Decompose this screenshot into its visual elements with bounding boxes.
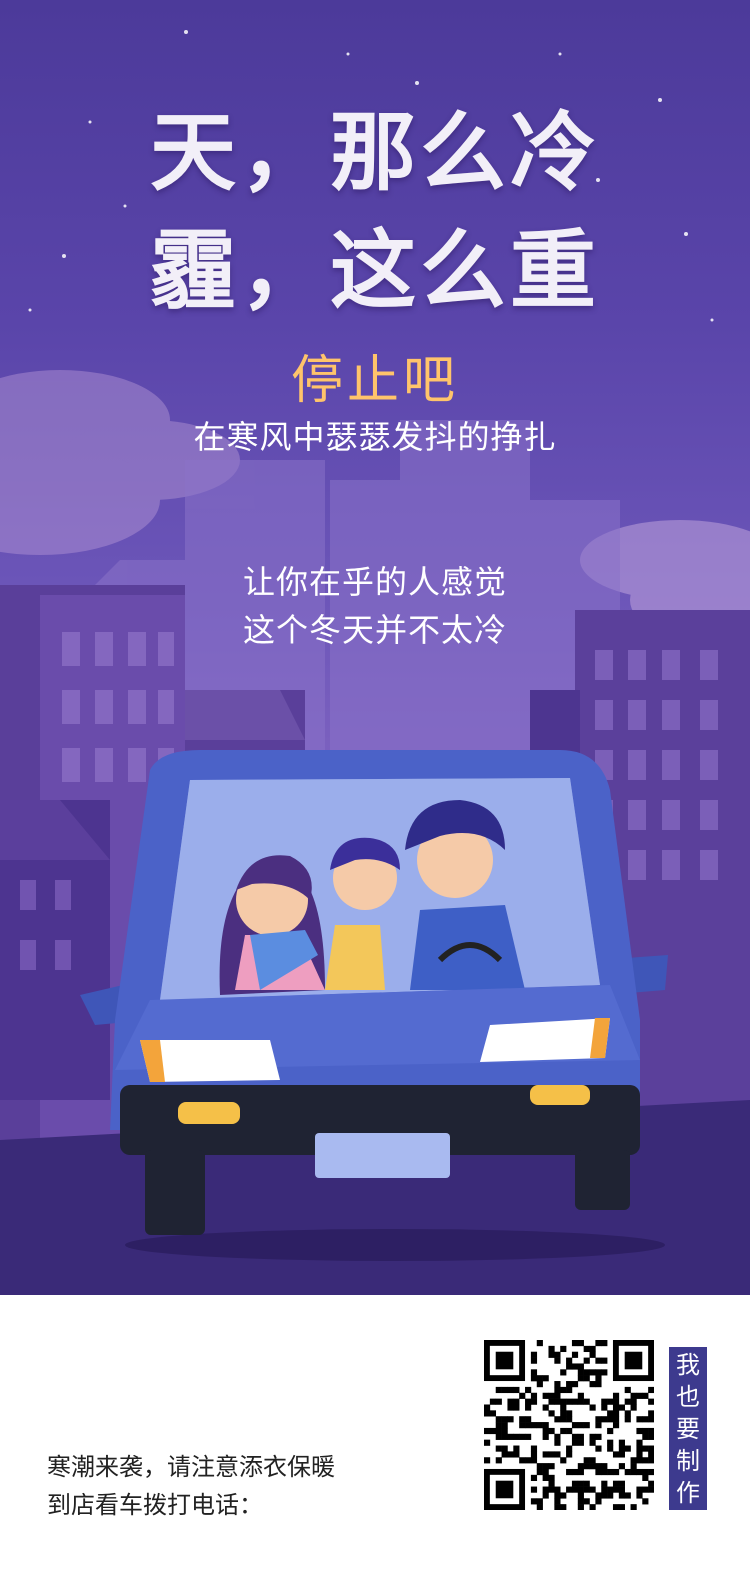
message-line-1: 让你在乎的人感觉 [242,563,507,601]
illustration-scene: 天，那么冷 霾，这么重 停止吧 在寒风中瑟瑟发抖的挣扎 让你在乎的人感觉 这个冬… [0,0,750,1295]
message-line-2: 这个冬天并不太冷 [242,611,507,649]
subtitle-2: 在寒风中瑟瑟发抖的挣扎 [193,418,557,456]
footer-line-2: 到店看车拨打电话： [47,1491,263,1519]
title-line-1: 天，那么冷 [150,103,600,203]
make-button-char-2: 也 [676,1382,700,1411]
make-button-char-1: 我 [676,1350,700,1379]
poster: 天，那么冷 霾，这么重 停止吧 在寒风中瑟瑟发抖的挣扎 让你在乎的人感觉 这个冬… [0,0,750,1570]
car-shadow [125,1229,665,1261]
make-button-char-5: 作 [676,1478,700,1507]
qr-code-graphic [484,1340,655,1511]
car [80,750,668,1235]
make-button-char-3: 要 [676,1414,700,1443]
qr-code-icon [484,1340,655,1511]
subtitle: 停止吧 [290,351,459,411]
title-line-2: 霾，这么重 [150,221,600,321]
make-button-char-4: 制 [676,1446,700,1475]
make-one-button[interactable]: 我 也 要 制 作 [669,1347,707,1510]
footer-line-1: 寒潮来袭，请注意添衣保暖 [47,1453,335,1481]
